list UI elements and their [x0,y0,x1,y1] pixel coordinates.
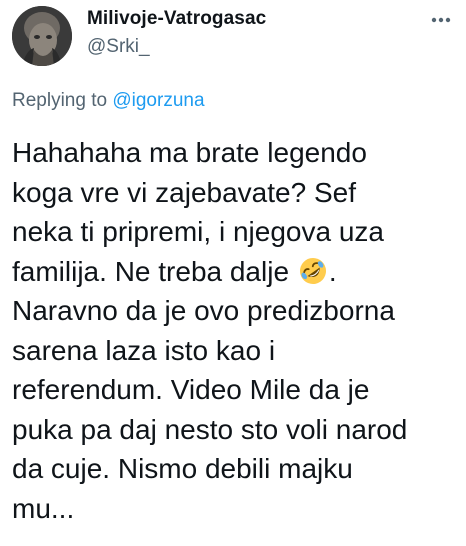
replying-to-label: Replying to [12,90,108,111]
tweet-line-with-emoji: familija. Ne treba dalje . [12,252,458,292]
more-horizontal-icon [431,17,451,23]
tweet-line: puka pa daj nesto sto voli narod [12,413,408,445]
tweet-line: da cuje. Nismo debili majku [12,453,353,484]
reply-mention-link[interactable]: @igorzuna [112,90,204,111]
replying-to: Replying to @igorzuna [12,90,205,112]
tweet-line-text: . [328,255,337,287]
rolling-on-floor-laughing-emoji-icon [298,256,328,286]
tweet-line: Naravno da je ovo predizborna [12,295,395,326]
avatar[interactable] [12,6,72,66]
tweet-text: Hahahaha ma brate legendo koga vre vi za… [12,133,458,528]
display-name[interactable]: Milivoje-Vatrogasac [87,8,266,30]
tweet-line: mu... [12,492,75,524]
user-handle[interactable]: @Srki_ [87,36,150,58]
tweet-line: koga vre vi zajebavate? Sef [12,176,356,208]
tweet-line: referendum. Video Mile da je [12,374,370,405]
avatar-image [12,6,72,66]
tweet-line: neka ti pripremi, i njegova uza [12,216,384,247]
more-options-button[interactable] [424,8,456,32]
tweet-line-text: familija. Ne treba dalje [12,255,290,287]
tweet-line: Hahahaha ma brate legendo [12,137,367,168]
tweet-line: sarena laza isto kao i [12,334,276,366]
tweet: Milivoje-Vatrogasac @Srki_ Replying to @… [0,0,466,546]
